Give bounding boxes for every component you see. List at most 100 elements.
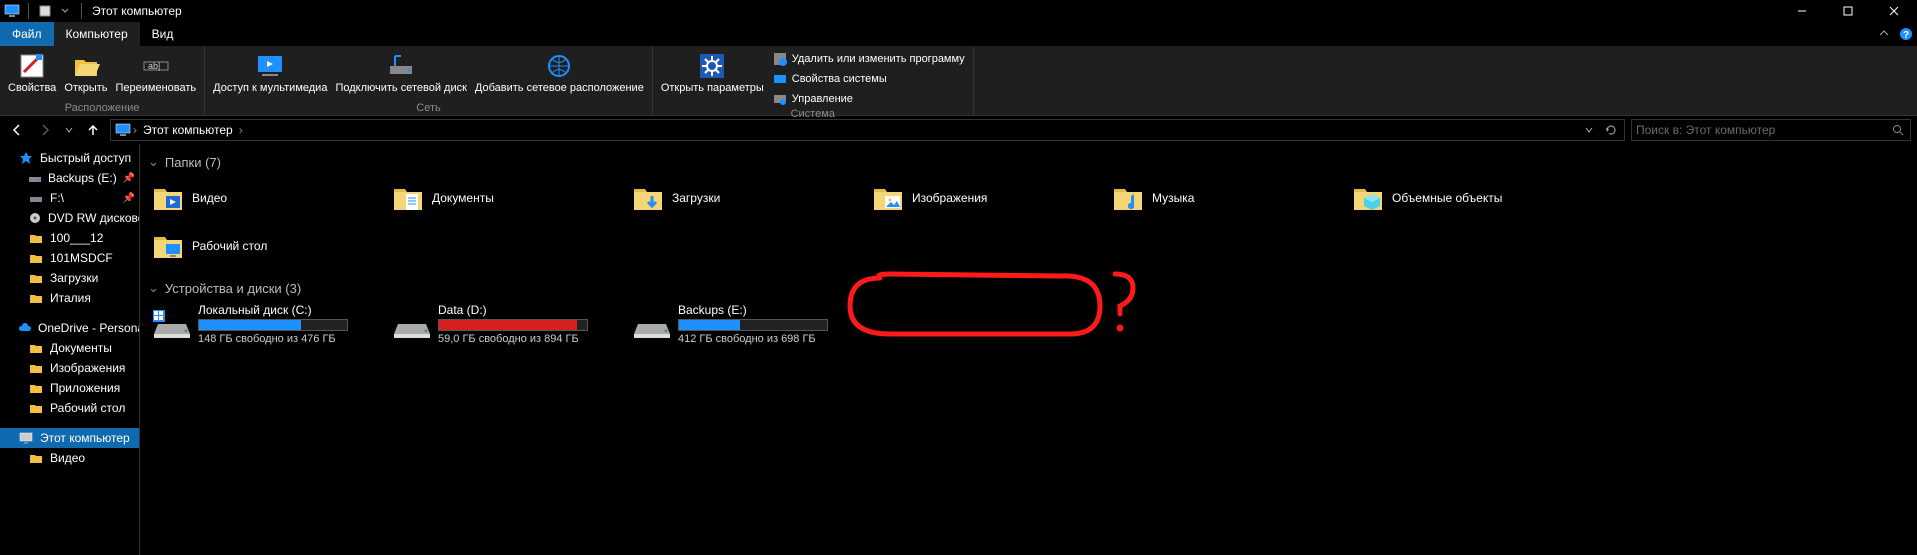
- search-box[interactable]: [1631, 119, 1911, 141]
- add-location-button[interactable]: Добавить сетевое расположение: [471, 48, 648, 102]
- sidebar-item-videos[interactable]: Видео: [0, 448, 139, 468]
- folder-icon: [1352, 182, 1384, 214]
- nav-refresh-button[interactable]: [1600, 124, 1622, 136]
- sidebar-item[interactable]: Загрузки: [0, 268, 139, 288]
- drive-item[interactable]: Data (D:)59,0 ГБ свободно из 894 ГБ: [388, 302, 618, 346]
- add-location-icon: [543, 50, 575, 82]
- help-button[interactable]: ?: [1895, 22, 1917, 46]
- folder-item[interactable]: Музыка: [1108, 176, 1338, 220]
- open-label: Открыть: [64, 82, 107, 94]
- drive-free-text: 412 ГБ свободно из 698 ГБ: [678, 333, 848, 345]
- sidebar-item-label: Документы: [50, 341, 112, 355]
- qat-properties-icon[interactable]: [37, 3, 53, 19]
- star-icon: [18, 150, 34, 166]
- search-icon[interactable]: [1890, 124, 1906, 136]
- folder-item[interactable]: Изображения: [868, 176, 1098, 220]
- sidebar-quick-access-label: Быстрый доступ: [40, 151, 131, 165]
- sidebar-item-label: Изображения: [50, 361, 125, 375]
- breadcrumb-dropdown[interactable]: [1578, 124, 1600, 136]
- chevron-down-icon: ⌄: [148, 154, 159, 170]
- qat-dropdown-icon[interactable]: [57, 3, 73, 19]
- nav-history-button[interactable]: [62, 119, 76, 141]
- sidebar-item[interactable]: Backups (E:)📌: [0, 168, 139, 188]
- drive-item[interactable]: Локальный диск (C:)148 ГБ свободно из 47…: [148, 302, 378, 346]
- pc-icon: [4, 3, 20, 19]
- folder-label: Изображения: [912, 191, 987, 205]
- sidebar-onedrive[interactable]: OneDrive - Personal: [0, 318, 139, 338]
- folder-icon: [1112, 182, 1144, 214]
- window-title: Этот компьютер: [92, 4, 182, 18]
- svg-text:?: ?: [1903, 30, 1909, 41]
- minimize-button[interactable]: [1779, 0, 1825, 22]
- properties-button[interactable]: Свойства: [4, 48, 60, 102]
- sidebar-item[interactable]: DVD RW дисковод📌: [0, 208, 139, 228]
- tab-computer[interactable]: Компьютер: [54, 22, 140, 46]
- folder-item[interactable]: Документы: [388, 176, 618, 220]
- group-label-location: Расположение: [65, 102, 140, 116]
- divider: [28, 3, 29, 19]
- nav-up-button[interactable]: [82, 119, 104, 141]
- sidebar-item[interactable]: Рабочий стол: [0, 398, 139, 418]
- tab-view[interactable]: Вид: [140, 22, 186, 46]
- tab-file[interactable]: Файл: [0, 22, 54, 46]
- sidebar-item-label: DVD RW дисковод: [48, 211, 140, 225]
- sidebar-item-label: 100___12: [50, 231, 103, 245]
- folder-label: Рабочий стол: [192, 239, 267, 253]
- breadcrumb[interactable]: › Этот компьютер ›: [110, 119, 1625, 141]
- sidebar-item[interactable]: Приложения: [0, 378, 139, 398]
- folder-icon: [392, 182, 424, 214]
- manage-button[interactable]: Управление: [768, 90, 969, 108]
- folder-icon: [28, 270, 44, 286]
- nav-forward-button[interactable]: [34, 119, 56, 141]
- ribbon-collapse-button[interactable]: [1873, 22, 1895, 46]
- search-input[interactable]: [1636, 123, 1890, 137]
- folder-item[interactable]: Объемные объекты: [1348, 176, 1578, 220]
- sidebar-tree[interactable]: Быстрый доступ Backups (E:)📌F:\📌DVD RW д…: [0, 144, 140, 555]
- drive-usage-bar: [678, 319, 828, 331]
- folder-icon: [152, 230, 184, 262]
- sidebar-item[interactable]: 101MSDCF: [0, 248, 139, 268]
- folder-item[interactable]: Видео: [148, 176, 378, 220]
- system-properties-icon: [772, 71, 788, 87]
- ribbon-group-system: Открыть параметры Удалить или изменить п…: [653, 46, 974, 115]
- gear-icon: [696, 50, 728, 82]
- main-content[interactable]: ⌄ Папки (7) ВидеоДокументыЗагрузки Изобра…: [140, 144, 1917, 555]
- open-button[interactable]: Открыть: [60, 48, 111, 102]
- section-drives-header[interactable]: ⌄ Устройства и диски (3): [148, 280, 1909, 296]
- maximize-button[interactable]: [1825, 0, 1871, 22]
- sidebar-item[interactable]: Изображения: [0, 358, 139, 378]
- folder-label: Музыка: [1152, 191, 1194, 205]
- properties-icon: [16, 50, 48, 82]
- map-drive-button[interactable]: Подключить сетевой диск: [331, 48, 470, 102]
- add-location-label: Добавить сетевое расположение: [475, 82, 644, 94]
- media-access-button[interactable]: Доступ к мультимедиа: [209, 48, 331, 102]
- divider: [81, 3, 82, 19]
- quick-access-toolbar: [0, 3, 77, 19]
- sidebar-item[interactable]: F:\📌: [0, 188, 139, 208]
- system-properties-label: Свойства системы: [792, 73, 887, 85]
- open-settings-button[interactable]: Открыть параметры: [657, 48, 768, 102]
- sidebar-item[interactable]: Италия: [0, 288, 139, 308]
- sidebar-quick-access[interactable]: Быстрый доступ: [0, 148, 139, 168]
- rename-button[interactable]: ab| Переименовать: [112, 48, 201, 102]
- sidebar-item[interactable]: 100___12: [0, 228, 139, 248]
- sidebar-this-pc[interactable]: Этот компьютер: [0, 428, 139, 448]
- folder-item[interactable]: Загрузки: [628, 176, 858, 220]
- rename-icon: ab|: [140, 50, 172, 82]
- section-folders-header[interactable]: ⌄ Папки (7): [148, 154, 1909, 170]
- folder-item[interactable]: Рабочий стол: [148, 224, 378, 268]
- drive-item[interactable]: Backups (E:)412 ГБ свободно из 698 ГБ: [628, 302, 858, 346]
- nav-back-button[interactable]: [6, 119, 28, 141]
- ribbon-group-network: Доступ к мультимедиа Подключить сетевой …: [205, 46, 653, 115]
- ribbon-group-location: Свойства Открыть ab| Переименовать Распо…: [0, 46, 205, 115]
- system-properties-button[interactable]: Свойства системы: [768, 70, 969, 88]
- chevron-right-icon[interactable]: ›: [239, 123, 243, 137]
- close-button[interactable]: [1871, 0, 1917, 22]
- manage-label: Управление: [792, 93, 853, 105]
- map-drive-icon: [385, 50, 417, 82]
- breadcrumb-root[interactable]: Этот компьютер: [137, 123, 239, 137]
- sidebar-item-label: Видео: [50, 451, 85, 465]
- uninstall-button[interactable]: Удалить или изменить программу: [768, 50, 969, 68]
- sidebar-item[interactable]: Документы: [0, 338, 139, 358]
- manage-icon: [772, 91, 788, 107]
